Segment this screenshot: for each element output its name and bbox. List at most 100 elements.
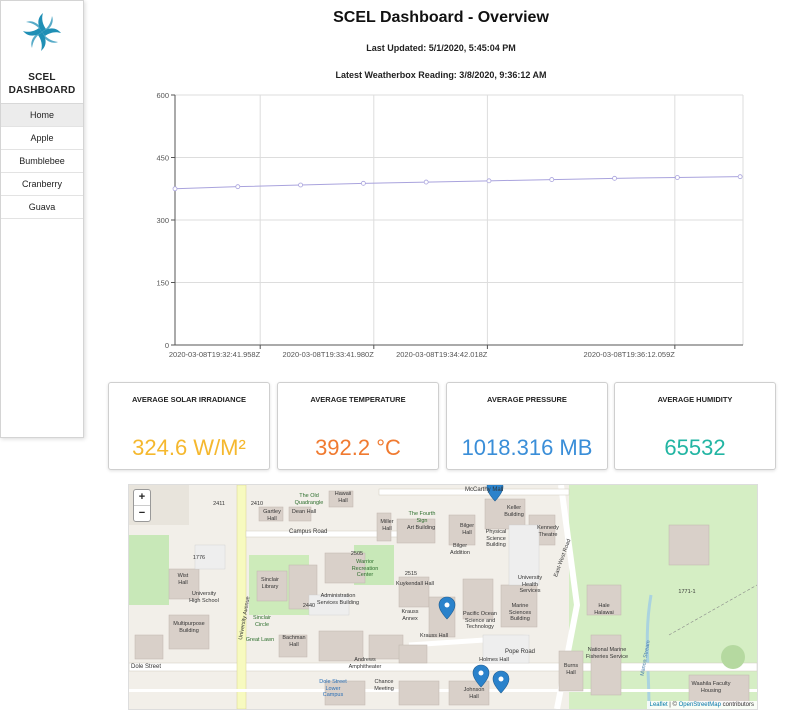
map-label: Great Lawn xyxy=(245,637,275,643)
map-label: Burns Hall xyxy=(563,663,579,676)
map-label: Pope Road xyxy=(505,649,536,655)
map-label: Pacific Ocean Science and Technology xyxy=(463,611,497,630)
data-point xyxy=(549,177,555,182)
map-label: Krauss Annex xyxy=(401,609,419,622)
card-value: 1018.316 MB xyxy=(461,435,593,460)
map-label: Kennedy Theatre xyxy=(537,525,559,538)
map-label: Multipurpose Building xyxy=(173,621,205,634)
campus-map[interactable]: Campus Road Dole Street Pope Road McCart… xyxy=(128,484,758,710)
map-label: 1776 xyxy=(192,555,206,561)
card-temperature: AVERAGE TEMPERATURE 392.2 °C xyxy=(277,382,439,470)
map-label: 2505 xyxy=(350,551,364,557)
sidebar-item-apple[interactable]: Apple xyxy=(1,127,83,150)
map-label: McCarthy Mall xyxy=(465,487,504,493)
map-label: Dole Street Lower Campus xyxy=(319,679,347,698)
card-label: AVERAGE HUMIDITY xyxy=(657,395,733,404)
osm-link[interactable]: OpenStreetMap xyxy=(679,702,721,708)
data-point xyxy=(674,175,680,180)
card-label: AVERAGE SOLAR IRRADIANCE xyxy=(131,395,247,404)
map-label: Administration Services Building xyxy=(316,593,360,606)
map-label: Holmes Hall xyxy=(479,657,509,663)
data-point xyxy=(423,179,429,185)
map-label: 2440 xyxy=(302,603,316,609)
brand-title: SCEL DASHBOARD xyxy=(1,71,83,97)
x-tick-label: 2020-03-08T19:33:41.980Z xyxy=(282,350,374,359)
map-tiles[interactable] xyxy=(129,485,757,709)
card-label: AVERAGE PRESSURE xyxy=(487,395,567,404)
attribution-separator: | © xyxy=(667,702,679,708)
map-label: University High School xyxy=(189,591,219,604)
data-point xyxy=(235,184,241,190)
data-point xyxy=(172,186,178,192)
map-label: 2410 xyxy=(250,501,264,507)
map-label: Waahila Faculty Housing xyxy=(691,681,731,694)
attribution-suffix: contributors xyxy=(720,702,754,708)
map-label: 1771-1 xyxy=(678,589,696,595)
sidebar-item-bumblebee[interactable]: Bumblebee xyxy=(1,150,83,173)
brand-line-1: SCEL xyxy=(28,72,56,83)
brand-line-2: DASHBOARD xyxy=(8,85,76,96)
latest-reading-text: Latest Weatherbox Reading: 3/8/2020, 9:3… xyxy=(335,70,547,80)
map-label: Wist Hall xyxy=(177,573,189,586)
map-label: Keller Building xyxy=(504,505,524,518)
map-label: Dole Street xyxy=(131,664,162,670)
sidebar-nav: Home Apple Bumblebee Cranberry Guava xyxy=(1,103,83,219)
map-label: Sinclair Library xyxy=(260,577,280,590)
map-label: Hawaii Hall xyxy=(334,491,352,504)
card-value: 324.6 W/M² xyxy=(132,435,246,460)
map-label: Campus Road xyxy=(289,529,328,535)
y-tick-label: 600 xyxy=(156,91,169,100)
x-tick-label: 2020-03-08T19:36:12.059Z xyxy=(584,350,676,359)
y-tick-label: 0 xyxy=(165,341,169,350)
card-humidity: AVERAGE HUMIDITY 65532 xyxy=(614,382,776,470)
map-label: Krauss Hall xyxy=(419,633,449,639)
data-point xyxy=(486,178,492,184)
scel-logo xyxy=(23,13,61,51)
map-label: Gartley Hall xyxy=(263,509,281,522)
x-tick-label: 2020-03-08T19:32:41.958Z xyxy=(169,350,261,359)
card-solar-irradiance: AVERAGE SOLAR IRRADIANCE 324.6 W/M² xyxy=(108,382,270,470)
y-tick-label: 300 xyxy=(156,216,169,225)
x-tick-label: 2020-03-08T19:34:42.018Z xyxy=(396,350,488,359)
map-label: Bachman Hall xyxy=(282,635,306,648)
map-attribution: Leaflet | © OpenStreetMap contributors xyxy=(646,701,757,709)
zoom-control: + − xyxy=(133,489,151,522)
sidebar-item-cranberry[interactable]: Cranberry xyxy=(1,173,83,196)
zoom-out-button[interactable]: − xyxy=(134,506,150,521)
map-label: Chance Meeting xyxy=(374,679,394,692)
map-label: The Old Quadrangle xyxy=(294,493,324,506)
card-value: 392.2 °C xyxy=(315,435,401,460)
sidebar: SCEL DASHBOARD Home Apple Bumblebee Cran… xyxy=(0,0,84,438)
sidebar-item-home[interactable]: Home xyxy=(1,103,83,127)
data-point xyxy=(360,180,366,186)
leaflet-link[interactable]: Leaflet xyxy=(650,702,668,708)
map-label: Sinclair Circle xyxy=(252,615,272,628)
map-label: Hale Halawai xyxy=(594,603,614,616)
y-tick-label: 150 xyxy=(156,279,169,288)
page-title: SCEL Dashboard - Overview xyxy=(333,9,549,26)
map-label: University Health Services xyxy=(517,575,543,594)
map-label: Andrews Amphitheater xyxy=(348,657,382,670)
data-point xyxy=(612,175,617,181)
map-label: Johnson Hall xyxy=(463,687,485,700)
data-point xyxy=(737,174,743,180)
map-label: Miller Hall xyxy=(380,519,394,532)
map-label: Bilger Addition xyxy=(450,543,470,556)
map-label: Warrior Recreation Center xyxy=(351,559,379,578)
card-label: AVERAGE TEMPERATURE xyxy=(310,395,406,404)
card-value: 65532 xyxy=(664,435,726,460)
map-label: 2515 xyxy=(404,571,418,577)
zoom-in-button[interactable]: + xyxy=(134,490,150,506)
data-point xyxy=(298,182,303,188)
map-label: Marine Sciences Building xyxy=(508,603,532,622)
map-label: National Marine Fisheries Service xyxy=(585,647,629,660)
map-label: Bilger Hall xyxy=(459,523,475,536)
map-label: Art Building xyxy=(407,525,436,531)
map-label: Dean Hall xyxy=(291,509,317,515)
map-label: 2411 xyxy=(213,501,225,507)
map-label: Physical Science Building xyxy=(485,529,507,548)
card-pressure: AVERAGE PRESSURE 1018.316 MB xyxy=(446,382,608,470)
map-label: Kuykendall Hall xyxy=(396,581,434,587)
last-updated-text: Last Updated: 5/1/2020, 5:45:04 PM xyxy=(366,43,516,53)
sidebar-item-guava[interactable]: Guava xyxy=(1,196,83,219)
